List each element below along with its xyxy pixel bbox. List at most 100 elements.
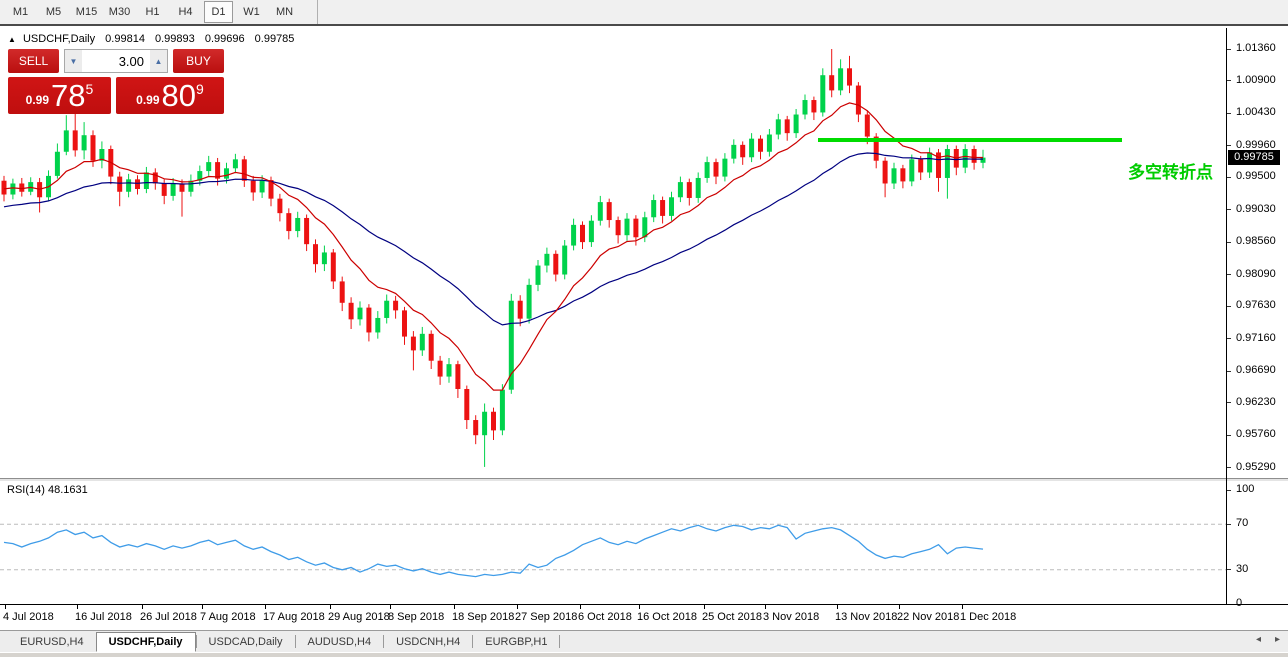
price-tick-mark xyxy=(1227,338,1231,339)
date-tick-mark xyxy=(580,604,581,609)
time-axis[interactable]: 4 Jul 201816 Jul 201826 Jul 20187 Aug 20… xyxy=(0,606,1226,628)
time-axis-line xyxy=(0,604,1288,605)
date-tick-label: 25 Oct 2018 xyxy=(702,611,762,623)
trading-terminal-window: M1 M5 M15 M30 H1 H4 D1 W1 MN ▲ USDCHF,Da… xyxy=(0,0,1288,657)
chart-tab-usdcnh[interactable]: USDCNH,H4 xyxy=(384,633,472,651)
date-tick-label: 26 Jul 2018 xyxy=(140,611,197,623)
chart-tab-bar: EURUSD,H4 USDCHF,Daily USDCAD,Daily AUDU… xyxy=(0,630,1288,652)
sell-price-big-digits: 78 xyxy=(51,81,85,111)
chart-tab-eurusd[interactable]: EURUSD,H4 xyxy=(8,633,96,651)
one-click-trade-panel: SELL ▼ 3.00 ▲ BUY 0.99 78 5 0.99 80 9 xyxy=(8,49,224,114)
rsi-tick-mark xyxy=(1227,524,1231,525)
buy-price-pip-digit: 9 xyxy=(196,81,204,97)
price-tick-label: 0.98560 xyxy=(1236,235,1276,247)
price-tick-label: 0.99500 xyxy=(1236,170,1276,182)
sell-price-display[interactable]: 0.99 78 5 xyxy=(8,77,111,114)
buy-price-display[interactable]: 0.99 80 9 xyxy=(116,77,224,114)
price-tick-mark xyxy=(1227,80,1231,81)
volume-increase-icon[interactable]: ▲ xyxy=(150,50,167,72)
current-price-tag: 0.99785 xyxy=(1228,150,1280,165)
volume-stepper: ▼ 3.00 ▲ xyxy=(64,49,168,73)
price-tick-label: 0.96230 xyxy=(1236,396,1276,408)
price-tick-mark xyxy=(1227,371,1231,372)
chart-text-annotation[interactable]: 多空转折点 xyxy=(1128,158,1213,183)
timeframe-toolbar: M1 M5 M15 M30 H1 H4 D1 W1 MN xyxy=(0,0,1288,26)
chart-tab-usdcad[interactable]: USDCAD,Daily xyxy=(197,633,295,651)
price-tick-label: 0.99030 xyxy=(1236,203,1276,215)
buy-button[interactable]: BUY xyxy=(173,49,224,73)
price-tick-mark xyxy=(1227,435,1231,436)
rsi-tick-mark xyxy=(1227,569,1231,570)
price-tick-label: 0.97160 xyxy=(1236,332,1276,344)
date-tick-label: 18 Sep 2018 xyxy=(452,611,514,623)
date-tick-label: 6 Oct 2018 xyxy=(578,611,632,623)
date-tick-mark xyxy=(265,604,266,609)
date-tick-label: 3 Nov 2018 xyxy=(763,611,819,623)
date-tick-mark xyxy=(765,604,766,609)
date-tick-mark xyxy=(899,604,900,609)
price-tick-mark xyxy=(1227,177,1231,178)
price-tick-mark xyxy=(1227,209,1231,210)
date-tick-label: 17 Aug 2018 xyxy=(263,611,325,623)
date-tick-mark xyxy=(77,604,78,609)
date-tick-mark xyxy=(962,604,963,609)
timeframe-button-m15[interactable]: M15 xyxy=(72,1,101,23)
date-tick-mark xyxy=(390,604,391,609)
buy-price-big-digits: 80 xyxy=(162,81,196,111)
date-tick-label: 1 Dec 2018 xyxy=(960,611,1016,623)
timeframe-button-m30[interactable]: M30 xyxy=(105,1,134,23)
price-tick-label: 1.00900 xyxy=(1236,74,1276,86)
rsi-tick-label: 30 xyxy=(1236,563,1248,575)
date-tick-label: 22 Nov 2018 xyxy=(897,611,959,623)
price-tick-mark xyxy=(1227,402,1231,403)
date-tick-mark xyxy=(517,604,518,609)
timeframe-button-w1[interactable]: W1 xyxy=(237,1,266,23)
rsi-tick-label: 0 xyxy=(1236,597,1242,609)
price-tick-mark xyxy=(1227,49,1231,50)
date-tick-mark xyxy=(330,604,331,609)
price-tick-mark xyxy=(1227,306,1231,307)
date-tick-mark xyxy=(639,604,640,609)
timeframe-button-mn[interactable]: MN xyxy=(270,1,299,23)
sell-button[interactable]: SELL xyxy=(8,49,59,73)
price-tick-label: 1.00430 xyxy=(1236,106,1276,118)
date-tick-mark xyxy=(837,604,838,609)
rsi-tick-label: 70 xyxy=(1236,517,1248,529)
date-tick-label: 16 Jul 2018 xyxy=(75,611,132,623)
sell-price-pip-digit: 5 xyxy=(86,81,94,97)
date-tick-mark xyxy=(142,604,143,609)
status-strip xyxy=(0,652,1288,657)
rsi-indicator-canvas[interactable] xyxy=(0,481,1226,604)
price-axis[interactable]: 1.013601.009001.004300.999600.995000.990… xyxy=(1227,30,1288,478)
date-tick-mark xyxy=(5,604,6,609)
price-tick-mark xyxy=(1227,242,1231,243)
tab-scroll-left-icon[interactable]: ◂ xyxy=(1256,634,1261,645)
price-tick-mark xyxy=(1227,113,1231,114)
tab-scroll-right-icon[interactable]: ▸ xyxy=(1275,634,1280,645)
timeframe-button-m5[interactable]: M5 xyxy=(39,1,68,23)
price-tick-label: 0.98090 xyxy=(1236,268,1276,280)
date-tick-mark xyxy=(202,604,203,609)
chart-tab-eurgbp[interactable]: EURGBP,H1 xyxy=(473,633,559,651)
volume-decrease-icon[interactable]: ▼ xyxy=(65,50,82,72)
timeframe-button-h1[interactable]: H1 xyxy=(138,1,167,23)
date-tick-label: 4 Jul 2018 xyxy=(3,611,54,623)
date-tick-label: 27 Sep 2018 xyxy=(515,611,577,623)
price-tick-label: 0.96690 xyxy=(1236,364,1276,376)
timeframe-button-m1[interactable]: M1 xyxy=(6,1,35,23)
date-tick-mark xyxy=(454,604,455,609)
price-tick-label: 0.95760 xyxy=(1236,428,1276,440)
date-tick-label: 13 Nov 2018 xyxy=(835,611,897,623)
price-tick-mark xyxy=(1227,274,1231,275)
chart-tab-usdchf[interactable]: USDCHF,Daily xyxy=(96,632,196,652)
timeframe-button-d1[interactable]: D1 xyxy=(204,1,233,23)
volume-input[interactable]: 3.00 xyxy=(82,50,150,72)
rsi-axis[interactable]: 10070300 xyxy=(1227,481,1288,604)
date-tick-label: 8 Sep 2018 xyxy=(388,611,444,623)
timeframe-button-h4[interactable]: H4 xyxy=(171,1,200,23)
buy-price-prefix: 0.99 xyxy=(136,93,159,107)
price-tick-mark xyxy=(1227,145,1231,146)
date-tick-label: 29 Aug 2018 xyxy=(328,611,390,623)
toolbar-separator xyxy=(317,0,318,24)
chart-tab-audusd[interactable]: AUDUSD,H4 xyxy=(296,633,384,651)
